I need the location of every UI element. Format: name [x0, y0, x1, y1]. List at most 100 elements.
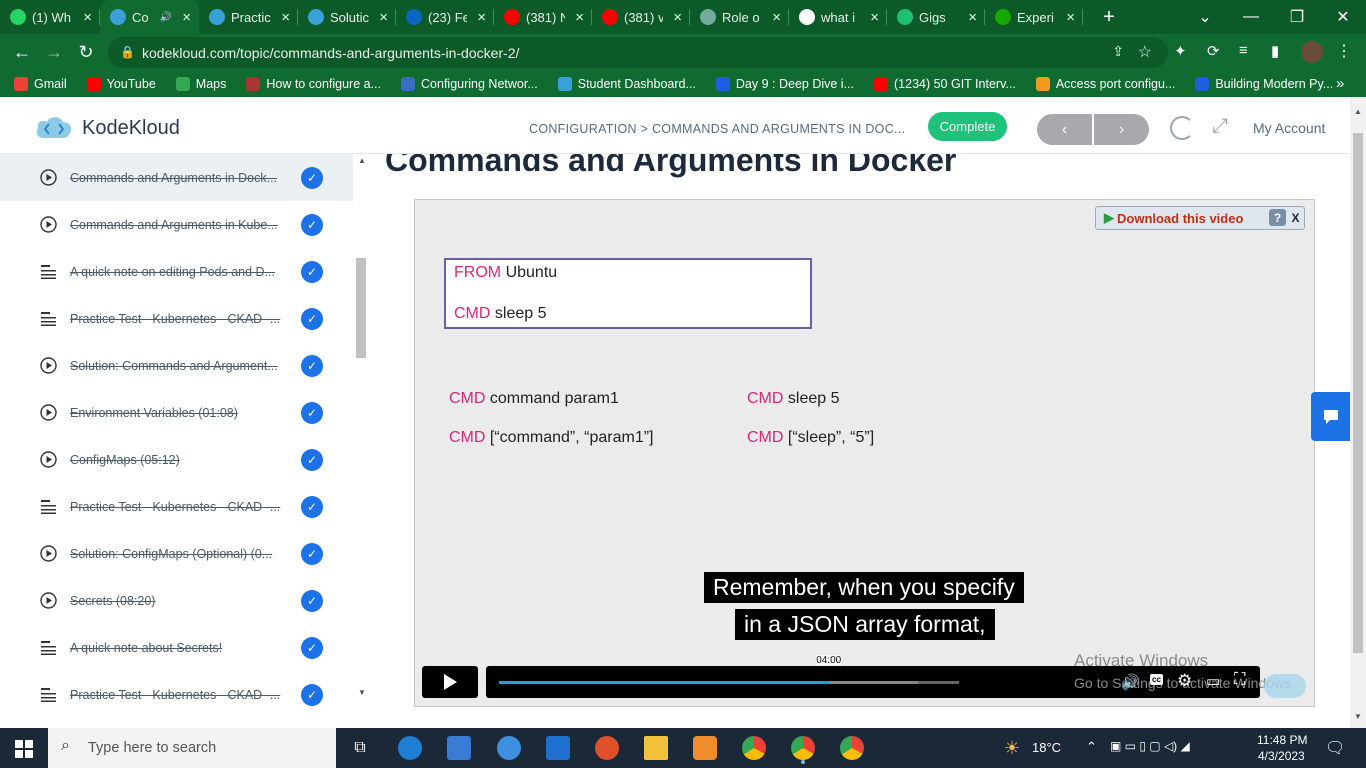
settings-icon[interactable]: ⚙ [1177, 671, 1192, 691]
tab-4[interactable]: Solutic × [298, 0, 396, 34]
complete-button[interactable]: Complete [928, 112, 1007, 141]
lesson-item[interactable]: Practice Test - Kubernetes - CKAD -... ✓ [0, 483, 353, 530]
bookmark-item[interactable]: YouTube [77, 77, 166, 91]
lesson-item[interactable]: Secrets (08:20) ✓ [0, 577, 353, 624]
forward-icon[interactable]: → [38, 37, 70, 69]
next-lesson-button[interactable]: › [1094, 114, 1149, 145]
app-icon[interactable] [693, 736, 717, 760]
captions-icon[interactable]: cc [1150, 674, 1163, 685]
lesson-item[interactable]: Practice Test - Kubernetes - CKAD -... ✓ [0, 671, 353, 718]
previous-lesson-button[interactable]: ‹ [1037, 114, 1092, 145]
close-tab-icon[interactable]: × [968, 9, 977, 26]
lesson-item[interactable]: Commands and Arguments in Kube... ✓ [0, 201, 353, 248]
bookmark-item[interactable]: Configuring Networ... [391, 77, 548, 91]
tab-8[interactable]: Role o × [690, 0, 789, 34]
lesson-item[interactable]: Commands and Arguments in Dock... ✓ [0, 154, 353, 201]
new-tab-button[interactable]: + [1097, 6, 1121, 29]
close-tab-icon[interactable]: × [870, 9, 879, 26]
bookmark-item[interactable]: Student Dashboard... [548, 77, 706, 91]
mail-icon[interactable] [546, 736, 570, 760]
close-tab-icon[interactable]: × [83, 9, 92, 26]
chat-button[interactable] [1311, 392, 1350, 441]
tab-9[interactable]: what i × [789, 0, 887, 34]
fullscreen-player-icon[interactable]: ⛶ [1234, 671, 1245, 689]
file-explorer-icon[interactable] [644, 736, 668, 760]
clock-time[interactable]: 11:48 PM [1257, 733, 1307, 747]
close-tab-icon[interactable]: × [772, 9, 781, 26]
edge-icon[interactable] [398, 736, 422, 760]
audio-icon[interactable]: 🔊 [160, 12, 172, 23]
lesson-item[interactable]: Environment Variables (01:08) ✓ [0, 389, 353, 436]
close-download-icon[interactable]: X [1288, 209, 1303, 226]
tray-chevron-icon[interactable]: ⌃ [1086, 739, 1097, 755]
tab-10[interactable]: Gigs × [887, 0, 985, 34]
restore-icon[interactable]: ❐ [1274, 0, 1320, 34]
my-account-link[interactable]: My Account [1253, 120, 1325, 136]
page-scroll-up-icon[interactable]: ▲ [1354, 107, 1362, 116]
lesson-item[interactable]: ConfigMaps (05:12) ✓ [0, 436, 353, 483]
tab-6[interactable]: (381) N × [494, 0, 592, 34]
tab-11[interactable]: Experi × [985, 0, 1083, 34]
sidebar-scrollbar[interactable]: ▲ ▼ [353, 154, 369, 700]
bookmark-item[interactable]: Building Modern Py... [1185, 77, 1343, 91]
lesson-item[interactable]: Solution: Commands and Argument... ✓ [0, 342, 353, 389]
bookmark-item[interactable]: Access port configu... [1026, 77, 1186, 91]
close-tab-icon[interactable]: × [182, 9, 191, 26]
scroll-thumb[interactable] [356, 258, 366, 358]
app-icon[interactable] [497, 736, 521, 760]
bookmark-item[interactable]: Maps [166, 77, 237, 91]
close-tab-icon[interactable]: × [575, 9, 584, 26]
notifications-icon[interactable]: 🗨 [1325, 738, 1345, 758]
lesson-item[interactable]: Solution: ConfigMaps (Optional) (0... ✓ [0, 530, 353, 577]
temperature[interactable]: 18°C [1032, 740, 1061, 755]
page-scrollbar[interactable]: ▲ ▼ [1350, 97, 1366, 728]
weather-icon[interactable]: ☀ [1000, 736, 1024, 760]
bookmark-item[interactable]: Day 9 : Deep Dive i... [706, 77, 864, 91]
lesson-item[interactable]: Practice Test - Kubernetes - CKAD -... ✓ [0, 295, 353, 342]
scroll-up-icon[interactable]: ▲ [358, 156, 366, 165]
chrome-icon[interactable] [742, 736, 766, 760]
pip-icon[interactable]: ▭ [1206, 672, 1220, 690]
chrome-icon[interactable] [840, 736, 864, 760]
close-tab-icon[interactable]: × [1066, 9, 1075, 26]
video-player[interactable]: ▶ Download this video ? X FROM Ubuntu CM… [414, 199, 1315, 707]
chrome-icon[interactable] [791, 736, 815, 760]
progress-bar[interactable] [499, 681, 959, 684]
lesson-item[interactable]: A quick note on editing Pods and D... ✓ [0, 248, 353, 295]
close-tab-icon[interactable]: × [477, 9, 486, 26]
bookmark-item[interactable]: How to configure a... [236, 77, 391, 91]
tab-5[interactable]: (23) Fe × [396, 0, 494, 34]
lesson-item[interactable]: A quick note about Secrets! ✓ [0, 624, 353, 671]
minimize-icon[interactable]: — [1228, 0, 1274, 34]
fullscreen-icon[interactable]: ⤢ [1212, 115, 1228, 138]
close-window-icon[interactable]: ✕ [1320, 0, 1366, 34]
app-icon[interactable] [595, 736, 619, 760]
help-icon[interactable]: ? [1269, 209, 1286, 226]
tab-search-icon[interactable]: ⌄ [1182, 0, 1228, 34]
kodekloud-logo[interactable]: KodeKloud [34, 114, 180, 142]
store-icon[interactable] [447, 736, 471, 760]
windows-start-icon[interactable] [15, 740, 33, 763]
taskbar-search[interactable]: ⌕ Type here to search [48, 728, 336, 768]
bookmarks-more-icon[interactable]: » [1336, 75, 1344, 92]
page-scroll-down-icon[interactable]: ▼ [1354, 712, 1362, 721]
reload-icon[interactable]: ↻ [70, 37, 102, 69]
close-tab-icon[interactable]: × [379, 9, 388, 26]
page-scroll-thumb[interactable] [1353, 133, 1363, 653]
bookmark-star-icon[interactable]: ☆ [1138, 42, 1152, 62]
side-panel-icon[interactable]: ▮ [1271, 42, 1279, 60]
sync-icon[interactable]: ⟳ [1207, 42, 1220, 60]
scroll-down-icon[interactable]: ▼ [358, 688, 366, 697]
tab-7[interactable]: (381) v × [592, 0, 690, 34]
dark-mode-icon[interactable] [1170, 116, 1194, 140]
volume-icon[interactable]: 🔊 [1121, 673, 1140, 691]
play-button[interactable] [422, 666, 478, 698]
reading-list-icon[interactable]: ≡ [1239, 42, 1248, 59]
bookmark-item[interactable]: (1234) 50 GIT Interv... [864, 77, 1026, 91]
menu-icon[interactable]: ⋮ [1336, 41, 1352, 61]
tray-icons[interactable]: ▣ ▭ ▯ ▢ ◁) ◢ [1110, 739, 1190, 753]
clock-date[interactable]: 4/3/2023 [1258, 749, 1305, 763]
profile-avatar[interactable] [1301, 41, 1323, 63]
extensions-icon[interactable]: ✦ [1174, 42, 1187, 60]
tab-1[interactable]: (1) Wh × [0, 0, 100, 34]
